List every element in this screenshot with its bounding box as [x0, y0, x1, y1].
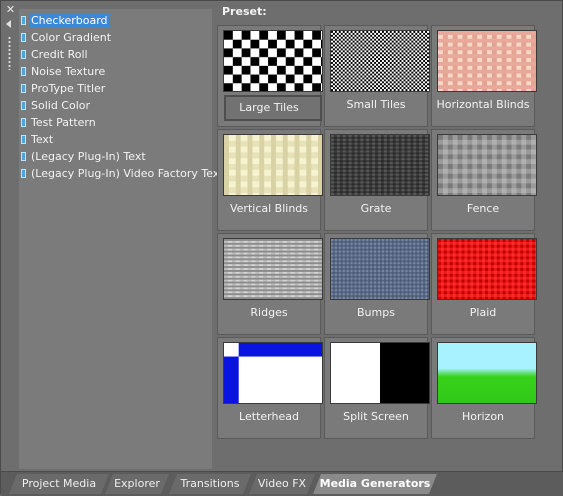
tab-video-fx[interactable]: Video FX [249, 474, 315, 494]
tree-item-legacy-video-factory-text[interactable]: (Legacy Plug-In) Video Factory Text [21, 166, 226, 182]
preset-label: Fence [466, 202, 500, 215]
generator-icon [21, 169, 26, 178]
horizontal-blinds-thumbnail [437, 30, 537, 92]
large-tiles-thumbnail [223, 30, 323, 92]
tree-item-label: Text [31, 133, 54, 146]
preset-large-tiles[interactable]: Large Tiles [217, 25, 323, 127]
preset-heading: Preset: [222, 5, 267, 18]
tab-transitions[interactable]: Transitions [169, 474, 251, 494]
generator-icon [21, 101, 26, 110]
generator-icon [21, 50, 26, 59]
preset-bumps[interactable]: Bumps [324, 233, 430, 335]
vertical-blinds-thumbnail [223, 134, 323, 196]
ridges-thumbnail [223, 238, 323, 300]
preset-label: Horizon [461, 410, 505, 423]
horizon-thumbnail [437, 342, 537, 404]
tree-item-noise-texture[interactable]: Noise Texture [21, 64, 107, 80]
preset-grate[interactable]: Grate [324, 129, 430, 231]
window-tabbar: Project Media Explorer Transitions Video… [1, 471, 563, 496]
tree-item-checkerboard[interactable]: Checkerboard [21, 13, 110, 29]
tree-item-label: ProType Titler [31, 82, 106, 95]
generator-icon [21, 33, 26, 42]
tree-item-legacy-text[interactable]: (Legacy Plug-In) Text [21, 149, 148, 165]
generator-icon [21, 118, 26, 127]
preset-vertical-blinds[interactable]: Vertical Blinds [217, 129, 323, 231]
preset-ridges[interactable]: Ridges [217, 233, 323, 335]
preset-horizontal-blinds[interactable]: Horizontal Blinds [431, 25, 537, 127]
tree-item-label: Test Pattern [31, 116, 96, 129]
tree-item-label: Solid Color [31, 99, 91, 112]
preset-horizon[interactable]: Horizon [431, 337, 537, 439]
tree-item-color-gradient[interactable]: Color Gradient [21, 30, 113, 46]
tree-item-label: (Legacy Plug-In) Text [31, 150, 146, 163]
tree-item-protype-titler[interactable]: ProType Titler [21, 81, 107, 97]
preset-letterhead[interactable]: Letterhead [217, 337, 323, 439]
preset-label: Large Tiles [239, 101, 299, 114]
tree-item-text[interactable]: Text [21, 132, 55, 148]
bumps-thumbnail [330, 238, 430, 300]
preset-grid: Large Tiles Small Tiles Horizontal Blind… [217, 25, 545, 445]
preset-fence[interactable]: Fence [431, 129, 537, 231]
preset-label: Small Tiles [346, 98, 406, 111]
preset-plaid[interactable]: Plaid [431, 233, 537, 335]
tree-item-label: Credit Roll [31, 48, 88, 61]
preset-split-screen[interactable]: Split Screen [324, 337, 430, 439]
tree-item-label: (Legacy Plug-In) Video Factory Text [31, 167, 224, 180]
tab-media-generators[interactable]: Media Generators [313, 474, 437, 494]
tree-item-solid-color[interactable]: Solid Color [21, 98, 92, 114]
small-tiles-thumbnail [330, 30, 430, 92]
generator-tree: Checkerboard Color Gradient Credit Roll … [19, 9, 224, 469]
preset-label: Grate [360, 202, 392, 215]
fence-thumbnail [437, 134, 537, 196]
tree-item-label: Color Gradient [31, 31, 112, 44]
letterhead-thumbnail [223, 342, 323, 404]
tree-item-label: Noise Texture [31, 65, 106, 78]
preset-small-tiles[interactable]: Small Tiles [324, 25, 430, 127]
generator-icon [21, 135, 26, 144]
preset-label: Horizontal Blinds [436, 98, 530, 111]
close-icon[interactable]: ✕ [5, 4, 16, 15]
generator-icon [21, 84, 26, 93]
split-screen-thumbnail [330, 342, 430, 404]
generator-icon [21, 152, 26, 161]
preset-label: Vertical Blinds [229, 202, 308, 215]
tree-item-label: Checkerboard [29, 14, 110, 27]
preset-label: Bumps [357, 306, 395, 319]
plaid-thumbnail [437, 238, 537, 300]
preset-label: Ridges [250, 306, 288, 319]
preset-label: Split Screen [343, 410, 409, 423]
chevron-left-icon[interactable] [6, 20, 11, 28]
grid-margin [545, 25, 559, 465]
dock-gripper[interactable]: ✕ [3, 4, 17, 464]
tab-project-media[interactable]: Project Media [9, 474, 109, 494]
tree-item-test-pattern[interactable]: Test Pattern [21, 115, 98, 131]
preset-label: Letterhead [239, 410, 299, 423]
generator-icon [21, 16, 26, 25]
tab-explorer[interactable]: Explorer [105, 474, 169, 494]
tree-item-credit-roll[interactable]: Credit Roll [21, 47, 90, 63]
grip-dots-icon[interactable] [8, 36, 11, 70]
grate-thumbnail [330, 134, 430, 196]
preset-label: Plaid [469, 306, 497, 319]
generator-icon [21, 67, 26, 76]
media-generators-window: ✕ Checkerboard Color Gradient Credit Rol… [0, 0, 563, 496]
